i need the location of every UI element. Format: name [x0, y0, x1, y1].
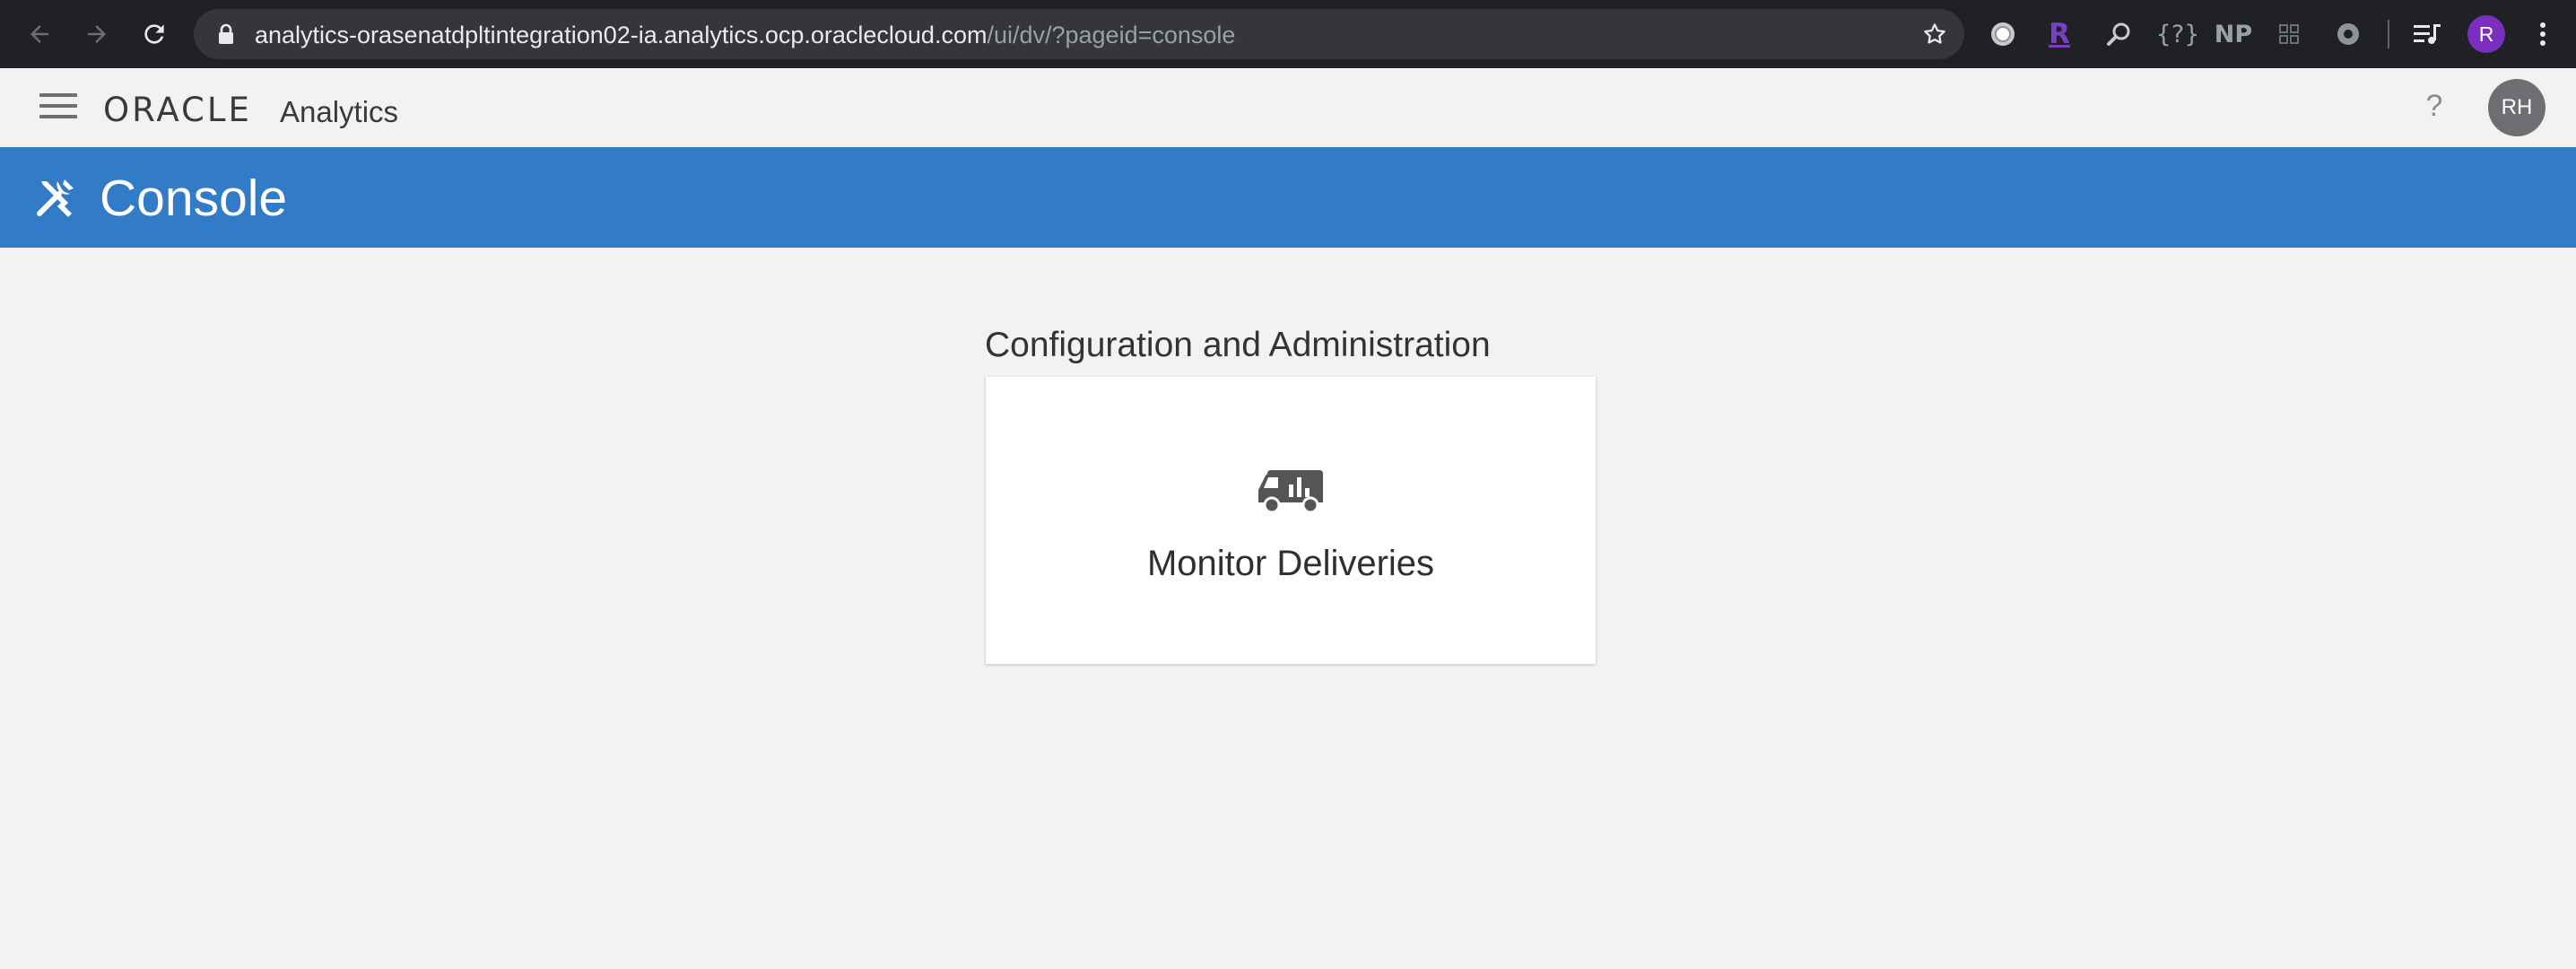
- delivery-truck-icon: [1258, 470, 1323, 513]
- console-banner: Console: [0, 147, 2576, 248]
- browser-profile-initial: R: [2478, 22, 2494, 46]
- extension-r-label: R: [2049, 18, 2070, 50]
- user-avatar[interactable]: RH: [2488, 79, 2546, 136]
- page-title: Console: [100, 170, 288, 227]
- extension-search[interactable]: [2102, 16, 2137, 52]
- product-name: Analytics: [280, 95, 399, 128]
- extension-r[interactable]: R: [2043, 16, 2076, 52]
- browser-toolbar: analytics-orasenatdpltintegration02-ia.a…: [0, 0, 2576, 68]
- app-header: ORACLE Analytics ? RH: [0, 68, 2576, 147]
- help-button[interactable]: ?: [2419, 84, 2450, 127]
- url-path: /ui/dv/?pageid=console: [987, 22, 1236, 48]
- oracle-logo[interactable]: ORACLE: [103, 92, 252, 128]
- grid-icon: [2279, 24, 2299, 44]
- reload-button[interactable]: [136, 16, 172, 52]
- monitor-deliveries-card[interactable]: Monitor Deliveries: [986, 377, 1596, 664]
- back-button[interactable]: [22, 16, 57, 52]
- tools-icon: [37, 179, 74, 217]
- extension-np[interactable]: NP: [2214, 16, 2253, 52]
- toolbar-separator: [2388, 20, 2389, 48]
- hamburger-menu-icon[interactable]: [39, 93, 77, 120]
- extension-np-label: NP: [2214, 20, 2253, 48]
- reload-icon: [144, 24, 164, 44]
- address-bar[interactable]: analytics-orasenatdpltintegration02-ia.a…: [194, 9, 1964, 59]
- section-title: Configuration and Administration: [985, 326, 1491, 364]
- media-control-button[interactable]: [2409, 16, 2445, 52]
- browser-profile-avatar[interactable]: R: [2467, 15, 2505, 53]
- lock-icon: [219, 23, 233, 44]
- forward-button[interactable]: [79, 16, 115, 52]
- extension-record[interactable]: [1985, 16, 2021, 52]
- extension-grid[interactable]: [2273, 16, 2305, 52]
- browser-menu-button[interactable]: [2528, 16, 2558, 52]
- bookmark-star-icon[interactable]: [1921, 21, 1948, 48]
- gear-icon: [2337, 23, 2359, 45]
- extension-gear[interactable]: [2330, 16, 2366, 52]
- url-host: analytics-orasenatdpltintegration02-ia.a…: [255, 22, 988, 48]
- url-text: analytics-orasenatdpltintegration02-ia.a…: [255, 22, 1235, 48]
- playlist-icon: [2414, 24, 2441, 44]
- user-initials: RH: [2501, 95, 2533, 119]
- record-circle-icon: [1991, 22, 2015, 46]
- card-label: Monitor Deliveries: [1146, 544, 1435, 583]
- back-arrow-icon: [30, 25, 48, 43]
- extension-query-label: {?}: [2155, 20, 2200, 48]
- kebab-menu-icon: [2540, 22, 2546, 46]
- extension-query[interactable]: {?}: [2154, 16, 2201, 52]
- forward-arrow-icon: [88, 25, 106, 43]
- magnifier-icon: [2107, 22, 2130, 46]
